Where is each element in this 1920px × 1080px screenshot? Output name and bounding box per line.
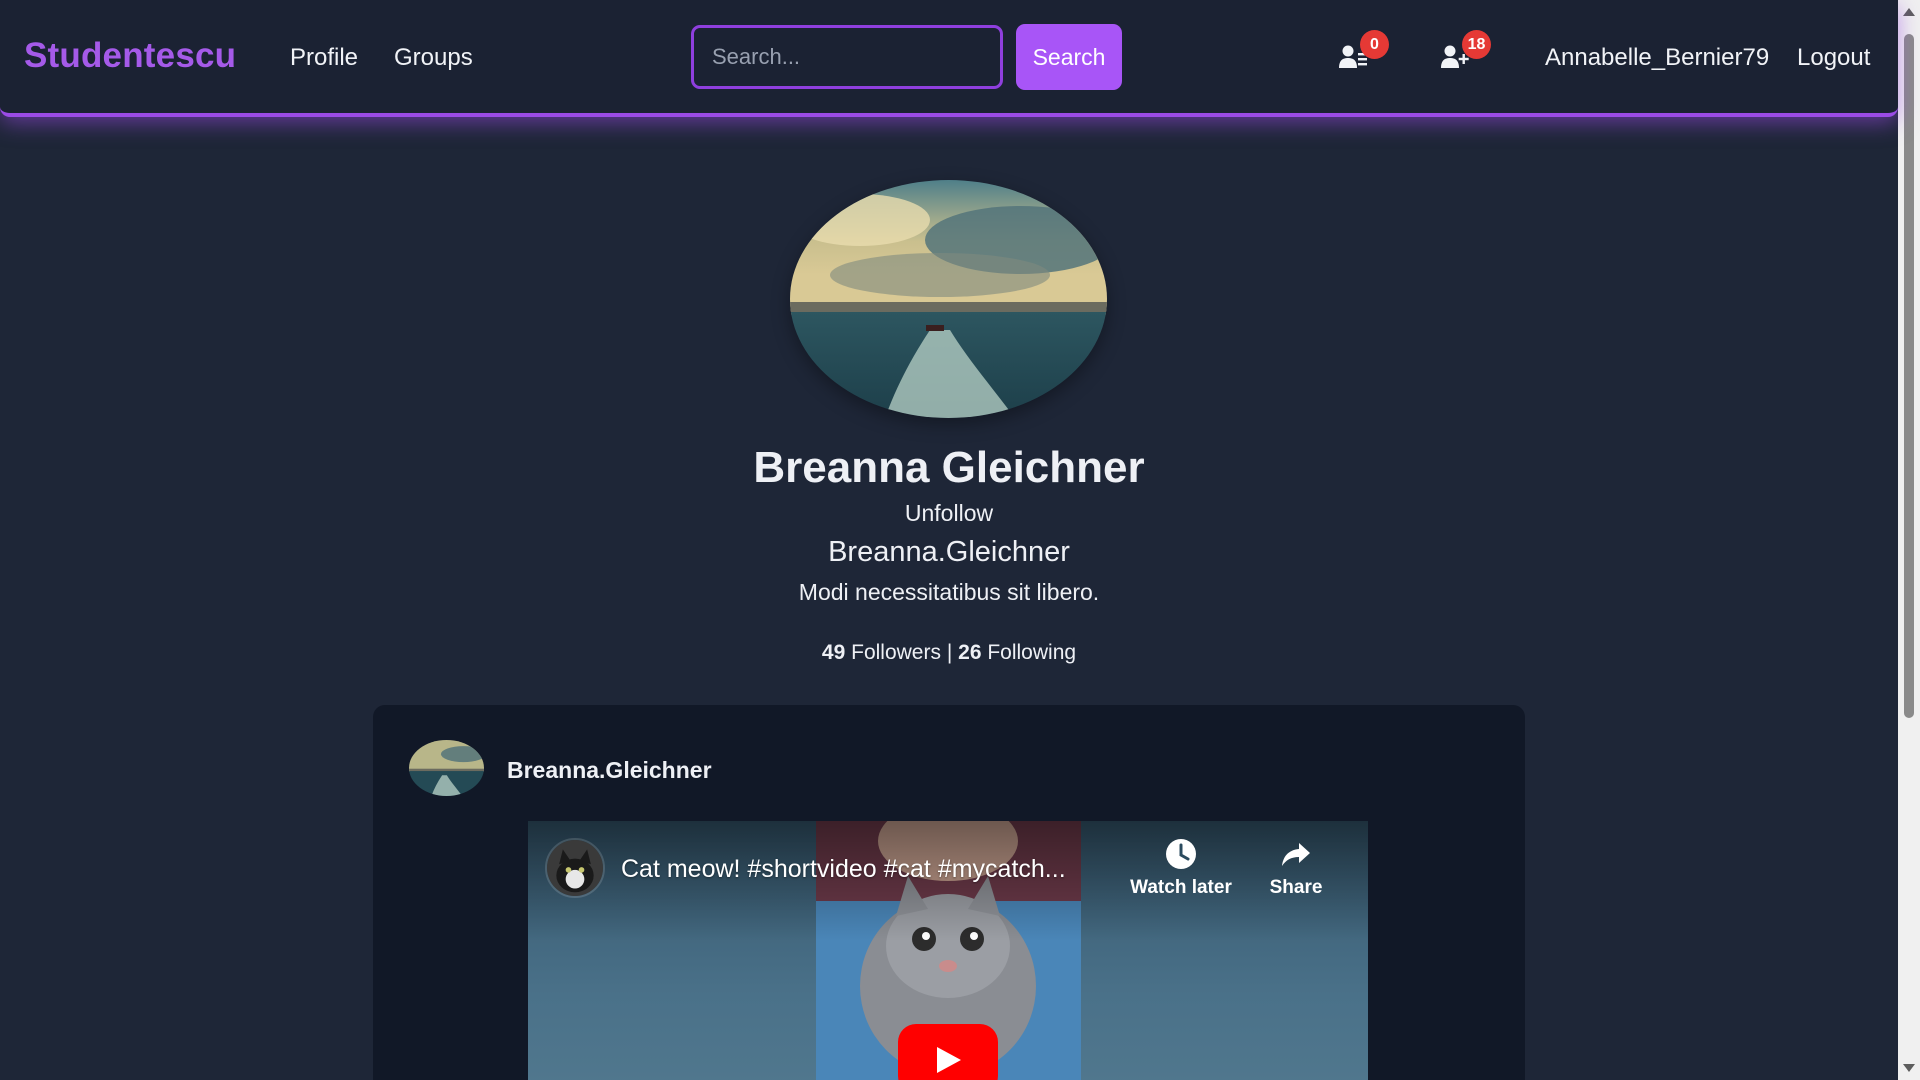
stats-separator: | bbox=[946, 641, 953, 664]
friend-requests-button[interactable]: 0 bbox=[1338, 30, 1389, 72]
search-button[interactable]: Search bbox=[1016, 24, 1122, 90]
unfollow-button[interactable]: Unfollow bbox=[880, 500, 1018, 527]
share-arrow-icon bbox=[1282, 843, 1310, 866]
navbar: Studentescu Profile Groups Search 0 18 A… bbox=[0, 0, 1898, 117]
following-link[interactable]: 26 Following bbox=[958, 641, 1076, 664]
scroll-up-arrow-icon[interactable] bbox=[1903, 8, 1915, 16]
follow-count-badge: 18 bbox=[1462, 30, 1491, 59]
scroll-thumb[interactable] bbox=[1904, 34, 1914, 718]
post-author-avatar[interactable] bbox=[409, 740, 484, 796]
followers-link[interactable]: 49 Followers bbox=[822, 641, 941, 664]
nav-profile-link[interactable]: Profile bbox=[290, 44, 358, 72]
logout-link[interactable]: Logout bbox=[1797, 44, 1870, 72]
followers-label: Followers bbox=[851, 641, 941, 664]
embedded-video[interactable]: Cat meow! #shortvideo #cat #mycatch... W… bbox=[528, 821, 1368, 1080]
share-label: Share bbox=[1269, 877, 1323, 898]
follow-notifications-button[interactable]: 18 bbox=[1440, 30, 1491, 72]
profile-username: Breanna.Gleichner bbox=[828, 536, 1070, 568]
page-scrollbar[interactable] bbox=[1898, 0, 1920, 1080]
play-icon[interactable] bbox=[898, 1024, 998, 1080]
scroll-down-arrow-icon[interactable] bbox=[1903, 1064, 1915, 1072]
profile-stats: 49 Followers | 26 Following bbox=[0, 641, 1898, 665]
brand-logo[interactable]: Studentescu bbox=[24, 36, 236, 76]
profile-name: Breanna Gleichner bbox=[753, 443, 1145, 492]
post-card: Breanna.Gleichner Cat meow! #shortvideo … bbox=[373, 705, 1525, 1080]
clock-icon bbox=[1166, 839, 1196, 869]
channel-avatar[interactable] bbox=[545, 838, 605, 898]
video-title[interactable]: Cat meow! #shortvideo #cat #mycatch... bbox=[621, 855, 1066, 884]
requests-count-badge: 0 bbox=[1360, 30, 1389, 59]
search-input[interactable] bbox=[691, 25, 1003, 89]
followers-count: 49 bbox=[821, 641, 846, 664]
post-author-name[interactable]: Breanna.Gleichner bbox=[507, 757, 712, 784]
share-button[interactable]: Share bbox=[1246, 837, 1346, 899]
watch-later-button[interactable]: Watch later bbox=[1126, 837, 1236, 899]
nav-groups-link[interactable]: Groups bbox=[394, 44, 473, 72]
following-count: 26 bbox=[958, 641, 982, 664]
current-user-link[interactable]: Annabelle_Bernier79 bbox=[1545, 44, 1769, 72]
profile-avatar bbox=[790, 180, 1107, 418]
profile-bio: Modi necessitatibus sit libero. bbox=[798, 579, 1100, 605]
watch-later-label: Watch later bbox=[1130, 877, 1232, 898]
following-label: Following bbox=[987, 641, 1077, 664]
